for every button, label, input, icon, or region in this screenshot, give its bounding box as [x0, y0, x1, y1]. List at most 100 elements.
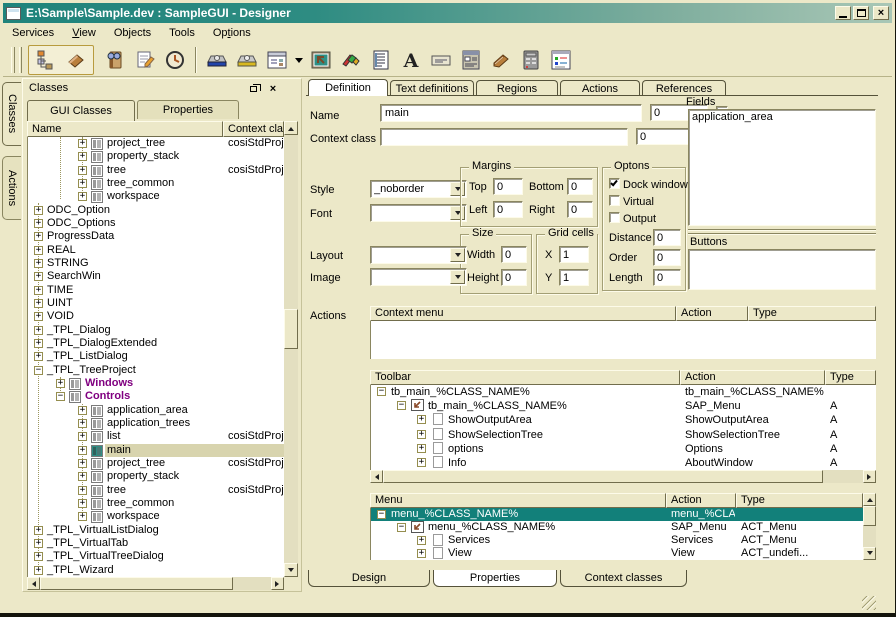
tree-expand-toggle[interactable]: +	[34, 246, 43, 255]
scroll-right-button[interactable]	[863, 470, 876, 483]
tree-item[interactable]: +_TPL_VirtualListDialog	[28, 524, 284, 537]
tree-item[interactable]: +main	[28, 444, 284, 457]
tree-expand-toggle[interactable]: +	[78, 179, 87, 188]
listbox-item[interactable]: application_area	[692, 111, 872, 123]
tree-item[interactable]: +_TPL_Dialog	[28, 324, 284, 337]
tree-expand-toggle[interactable]: +	[34, 552, 43, 561]
table-row[interactable]: +optionsOptionsA	[371, 442, 876, 456]
tab-references[interactable]: References	[642, 80, 726, 96]
side-tab-classes[interactable]: Classes	[2, 82, 21, 146]
mini-button-icon[interactable]	[426, 47, 456, 73]
tree-expand-toggle[interactable]: +	[78, 139, 87, 148]
edit-document-icon[interactable]	[130, 47, 160, 73]
tree-expand-toggle[interactable]: +	[56, 379, 65, 388]
tree-expand-toggle[interactable]: +	[34, 299, 43, 308]
grid-y-input[interactable]: 1	[559, 269, 589, 286]
tree-item[interactable]: +ODC_Option	[28, 204, 284, 217]
order-input[interactable]: 0	[653, 249, 681, 266]
tab-regions[interactable]: Regions	[476, 80, 558, 96]
tree-item[interactable]: +project_treecosiStdProje	[28, 137, 284, 150]
tree-item[interactable]: +Windows	[28, 377, 284, 390]
close-button[interactable]: ×	[873, 6, 889, 20]
table-row[interactable]: +ServicesServicesACT_Menu	[371, 534, 863, 547]
table-row[interactable]: −menu_%CLASS_NAME%menu_%CLAS..	[371, 508, 863, 521]
bottom-tab-properties[interactable]: Properties	[433, 570, 557, 587]
virtual-checkbox[interactable]	[609, 195, 620, 206]
tree-item[interactable]: +application_trees	[28, 417, 284, 430]
tree-item[interactable]: +property_stack	[28, 150, 284, 163]
tree-item[interactable]: +_TPL_Wizard	[28, 564, 284, 577]
tree-item[interactable]: +_TPL_ListDialog	[28, 350, 284, 363]
tree-expand-toggle[interactable]: +	[34, 272, 43, 281]
menu-item-view[interactable]: View	[63, 25, 105, 41]
row-expand-toggle[interactable]: −	[397, 401, 406, 410]
tree-item[interactable]: +_TPL_DialogExtended	[28, 337, 284, 350]
table-row[interactable]: +ShowSelectionTreeShowSelectionTreeA	[371, 428, 876, 442]
row-expand-toggle[interactable]: +	[417, 536, 426, 545]
tree-item[interactable]: −_TPL_TreeProject	[28, 364, 284, 377]
tree-expand-toggle[interactable]: +	[78, 192, 87, 201]
tree-expand-toggle[interactable]: +	[34, 566, 43, 575]
tree-expand-toggle[interactable]: +	[78, 152, 87, 161]
dock-window-checkbox[interactable]	[609, 178, 620, 189]
maximize-button[interactable]	[853, 6, 869, 20]
length-input[interactable]: 0	[653, 269, 681, 286]
tree-expand-toggle[interactable]: +	[78, 432, 87, 441]
tab-definition[interactable]: Definition	[308, 79, 388, 96]
chevron-down-icon[interactable]	[450, 248, 465, 262]
float-panel-button[interactable]	[246, 83, 260, 95]
help-book-icon[interactable]	[100, 47, 130, 73]
fields-buttons-splitter[interactable]	[688, 229, 876, 234]
column-context-class[interactable]: Context clas	[223, 121, 284, 137]
dropdown-arrow-icon[interactable]	[292, 47, 306, 73]
tree-expand-toggle[interactable]: +	[78, 419, 87, 428]
tree-expand-toggle[interactable]: +	[78, 472, 87, 481]
width-input[interactable]: 0	[501, 246, 527, 263]
clock-icon[interactable]	[160, 47, 190, 73]
row-expand-toggle[interactable]: −	[397, 523, 406, 532]
class-tree-icon[interactable]	[31, 47, 61, 73]
tree-item[interactable]: +project_treecosiStdProje	[28, 457, 284, 470]
table-row[interactable]: −menu_%CLASS_NAME%SAP_MenuACT_Menu	[371, 521, 863, 534]
bottom-tab-context-classes[interactable]: Context classes	[560, 570, 687, 587]
links-icon[interactable]	[336, 47, 366, 73]
tree-expand-toggle[interactable]: +	[78, 166, 87, 175]
eraser-icon[interactable]	[61, 47, 91, 73]
tree-item[interactable]: +workspace	[28, 190, 284, 203]
tree-item[interactable]: +REAL	[28, 244, 284, 257]
table-row[interactable]: −tb_main_%CLASS_NAME%SAP_MenuA	[371, 399, 876, 413]
tree-item[interactable]: +listcosiStdProje	[28, 430, 284, 443]
tree-expand-toggle[interactable]: +	[34, 326, 43, 335]
scroll-left-button[interactable]	[370, 470, 383, 483]
tree-expand-toggle[interactable]: −	[56, 392, 65, 401]
tree-expand-toggle[interactable]: +	[34, 539, 43, 548]
tree-expand-toggle[interactable]: +	[78, 512, 87, 521]
side-tab-actions[interactable]: Actions	[2, 156, 21, 220]
style-select[interactable]: _noborder	[370, 180, 467, 198]
column-header-menu[interactable]: Menu	[370, 493, 666, 508]
font-icon[interactable]: A	[396, 47, 426, 73]
tab-text-definitions[interactable]: Text definitions	[390, 80, 474, 96]
tree-item[interactable]: +UINT	[28, 297, 284, 310]
row-expand-toggle[interactable]: −	[377, 387, 386, 396]
tree-item[interactable]: +application_area	[28, 404, 284, 417]
server-icon[interactable]	[516, 47, 546, 73]
tree-expand-toggle[interactable]: +	[34, 526, 43, 535]
tab-actions[interactable]: Actions	[560, 80, 640, 96]
context-class-input[interactable]	[380, 128, 628, 146]
tree-expand-toggle[interactable]: +	[34, 232, 43, 241]
tree-expand-toggle[interactable]: +	[34, 206, 43, 215]
menu-item-objects[interactable]: Objects	[105, 25, 160, 41]
table-row[interactable]: +ShowOutputAreaShowOutputAreaA	[371, 413, 876, 427]
row-expand-toggle[interactable]: +	[417, 444, 426, 453]
tree-item[interactable]: +SearchWin	[28, 270, 284, 283]
tree-item[interactable]: +ODC_Options	[28, 217, 284, 230]
tree-item[interactable]: +workspace	[28, 510, 284, 523]
tree-expand-toggle[interactable]: +	[78, 499, 87, 508]
menu-item-options[interactable]: Options	[204, 25, 260, 41]
tree-expand-toggle[interactable]: +	[34, 259, 43, 268]
tree-expand-toggle[interactable]: +	[34, 352, 43, 361]
table-row[interactable]: −tb_main_%CLASS_NAME%tb_main_%CLASS_NAME…	[371, 385, 876, 399]
book-icon[interactable]	[486, 47, 516, 73]
toolbar-drag-handle[interactable]	[11, 47, 15, 73]
